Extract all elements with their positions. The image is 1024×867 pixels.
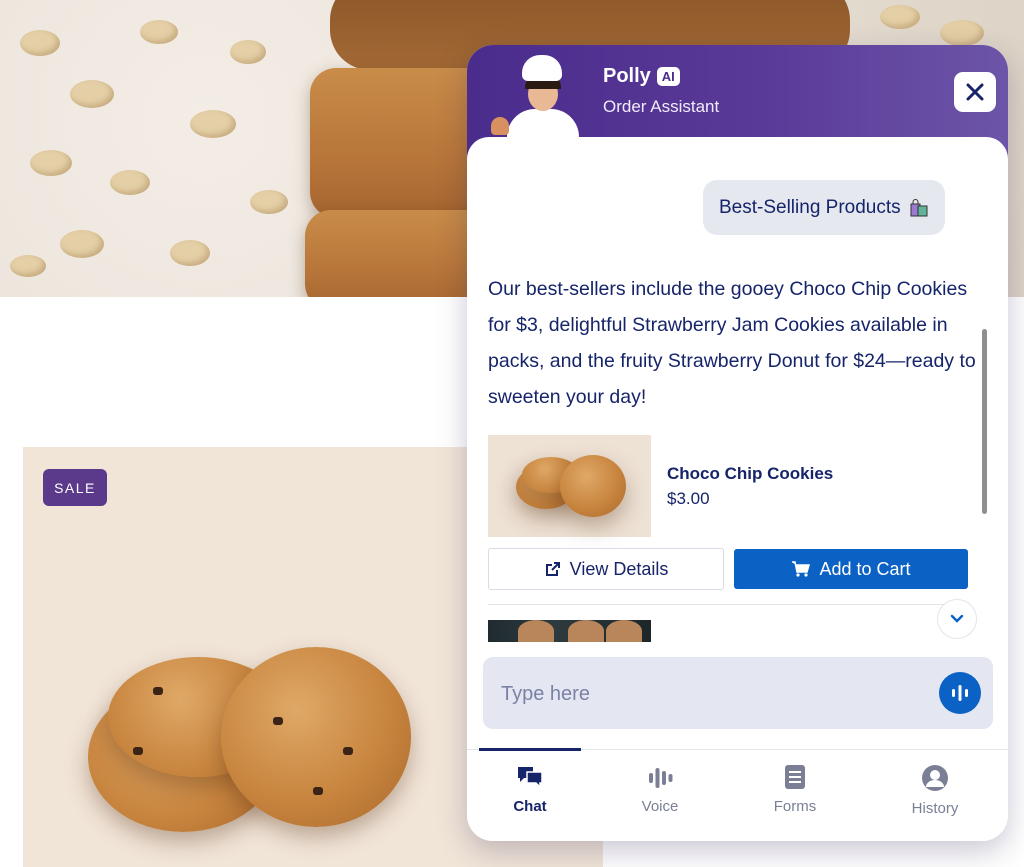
bot-message-text: Our best-sellers include the gooey Choco… bbox=[488, 278, 976, 408]
chat-widget: Polly AI Order Assistant Best-Selling Pr… bbox=[467, 45, 1008, 841]
active-tab-indicator bbox=[479, 748, 581, 751]
shopping-bags-icon bbox=[910, 198, 928, 216]
view-details-button[interactable]: View Details bbox=[488, 548, 724, 590]
product-thumbnail[interactable] bbox=[488, 435, 651, 537]
audio-bars-icon bbox=[952, 685, 968, 701]
scroll-down-button[interactable] bbox=[937, 599, 977, 639]
voice-bars-icon bbox=[649, 768, 673, 788]
message-input[interactable] bbox=[499, 675, 923, 713]
tab-voice-label: Voice bbox=[641, 798, 679, 815]
tab-voice[interactable]: Voice bbox=[600, 764, 720, 828]
tab-history-label: History bbox=[911, 800, 959, 817]
tab-chat-label: Chat bbox=[513, 798, 547, 815]
chat-scrollbar[interactable] bbox=[982, 329, 987, 514]
tab-forms[interactable]: Forms bbox=[735, 764, 855, 828]
tab-chat[interactable]: Chat bbox=[470, 764, 590, 828]
product-name: Choco Chip Cookies bbox=[667, 464, 834, 483]
user-circle-icon bbox=[922, 765, 948, 791]
chat-icon bbox=[518, 767, 543, 789]
voice-input-button[interactable] bbox=[939, 672, 981, 714]
bottom-tab-bar: Chat Voice Forms History bbox=[467, 748, 1008, 841]
ai-badge: AI bbox=[656, 67, 680, 86]
sale-badge: SALE bbox=[43, 469, 107, 506]
add-to-cart-label: Add to Cart bbox=[819, 558, 911, 579]
tab-history[interactable]: History bbox=[875, 764, 995, 828]
forms-icon bbox=[785, 765, 805, 789]
assistant-avatar bbox=[485, 55, 585, 139]
external-link-icon bbox=[545, 562, 560, 576]
view-details-label: View Details bbox=[569, 558, 669, 579]
user-message-bubble: Best-Selling Products bbox=[703, 180, 945, 235]
tab-forms-label: Forms bbox=[773, 798, 817, 815]
assistant-name-text: Polly bbox=[603, 65, 651, 87]
next-product-thumbnail[interactable] bbox=[488, 620, 651, 642]
assistant-name: Polly AI bbox=[603, 65, 680, 88]
close-icon bbox=[966, 83, 984, 101]
chat-body: Best-Selling Products Our best-sellers i… bbox=[467, 137, 1008, 841]
user-message-text: Best-Selling Products bbox=[719, 196, 901, 218]
product-divider bbox=[488, 604, 968, 605]
cart-icon bbox=[792, 561, 811, 577]
chevron-down-icon bbox=[950, 614, 964, 623]
assistant-role: Order Assistant bbox=[603, 97, 720, 116]
add-to-cart-button[interactable]: Add to Cart bbox=[734, 549, 968, 589]
product-price: $3.00 bbox=[667, 489, 710, 508]
close-button[interactable] bbox=[954, 72, 996, 112]
message-input-box bbox=[483, 657, 993, 729]
